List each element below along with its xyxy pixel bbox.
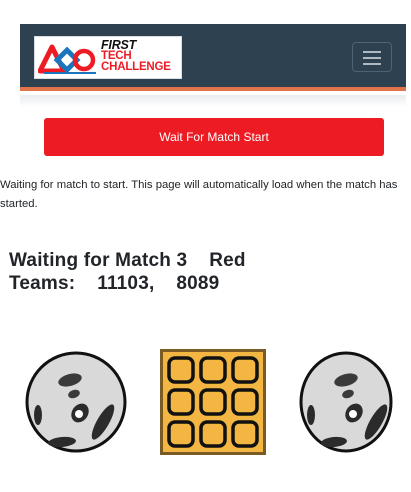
ftc-logo-icon xyxy=(38,44,96,74)
logo-wordmark: FIRST TECH CHALLENGE xyxy=(101,39,171,73)
wiffle-ball-icon-right xyxy=(299,351,393,453)
hamburger-icon-line xyxy=(363,63,381,65)
top-navbar: FIRST TECH CHALLENGE xyxy=(20,24,406,91)
hamburger-icon-line xyxy=(363,57,381,59)
match-title: Waiting for Match 3 Red xyxy=(9,250,246,271)
navbar-shadow xyxy=(20,95,406,107)
game-element-images xyxy=(0,345,411,465)
waiting-info-text: Waiting for match to start. This page wi… xyxy=(0,179,398,210)
wiffle-ball-icon xyxy=(25,351,127,453)
logo-line-challenge: CHALLENGE xyxy=(101,61,171,73)
wait-for-match-start-button[interactable]: Wait For Match Start xyxy=(44,118,384,156)
first-tech-challenge-logo[interactable]: FIRST TECH CHALLENGE xyxy=(34,36,182,79)
hamburger-icon xyxy=(363,51,381,53)
hamburger-menu-button[interactable] xyxy=(352,42,392,72)
teams-line: Teams: 11103, 8089 xyxy=(9,273,220,294)
waffle-grid-icon xyxy=(160,349,266,455)
